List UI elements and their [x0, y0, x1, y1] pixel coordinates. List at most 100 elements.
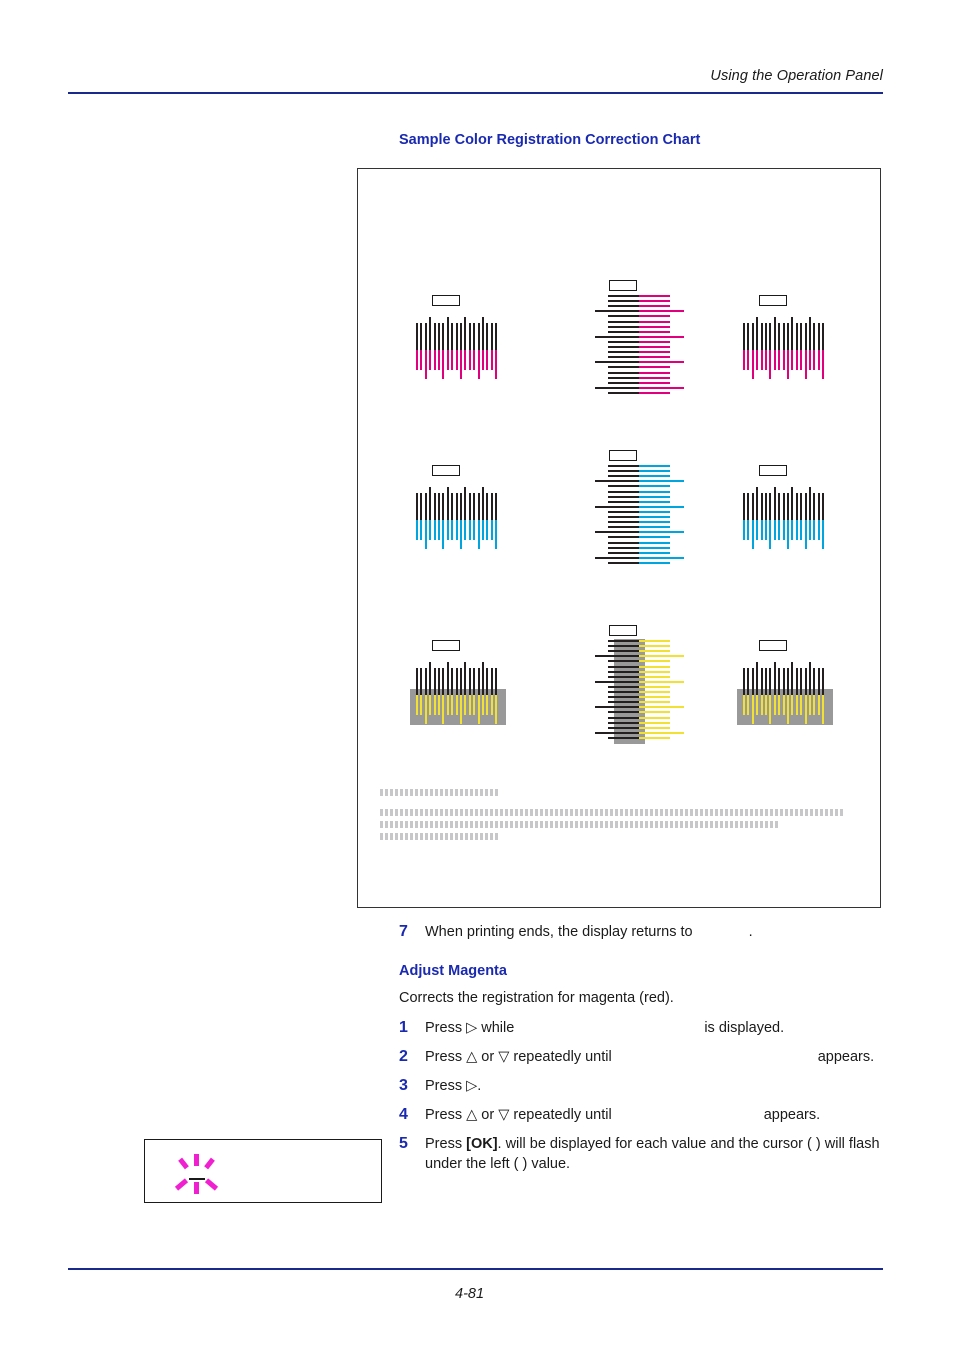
color-tick: [495, 350, 498, 379]
color-rung: [639, 480, 684, 483]
color-tick: [795, 350, 798, 370]
color-rung: [639, 650, 670, 653]
black-tick: [756, 317, 759, 350]
color-rung: [639, 541, 670, 544]
black-tick: [751, 668, 754, 695]
color-tick: [464, 520, 467, 540]
color-rung: [639, 660, 670, 663]
black-tick: [795, 668, 798, 695]
black-rung: [608, 300, 639, 303]
black-tick: [451, 493, 454, 520]
black-rung: [608, 340, 639, 343]
color-rung: [639, 325, 670, 328]
black-tick: [490, 668, 493, 695]
color-rung: [639, 675, 670, 678]
color-rung: [639, 305, 670, 308]
color-rung: [639, 721, 670, 724]
color-tick: [817, 520, 820, 540]
color-tick: [438, 695, 440, 715]
black-tick: [424, 668, 427, 695]
black-tick: [817, 493, 820, 520]
color-tick: [787, 350, 789, 379]
color-tick: [424, 520, 427, 549]
black-tick: [782, 668, 785, 695]
color-tick: [451, 520, 454, 540]
color-tick: [773, 695, 776, 715]
color-tick: [769, 520, 772, 549]
color-tick: [446, 695, 449, 715]
color-rung: [639, 670, 670, 673]
color-tick: [486, 695, 489, 715]
color-tick: [787, 695, 789, 724]
black-tick: [773, 487, 776, 520]
color-tick: [760, 350, 763, 370]
black-tick: [420, 493, 423, 520]
step-text-before: Press: [425, 1136, 463, 1152]
black-tick: [756, 662, 759, 695]
black-tick: [420, 668, 423, 695]
black-rung: [595, 361, 639, 364]
running-header-title: Using the Operation Panel: [710, 68, 883, 84]
color-tick: [455, 695, 458, 715]
horizontal-ladder: [593, 640, 685, 743]
black-rung: [608, 465, 639, 467]
black-rung: [608, 305, 639, 308]
color-tick: [433, 520, 436, 540]
black-rung: [608, 650, 639, 653]
color-tick: [813, 520, 816, 540]
black-rung: [608, 510, 639, 513]
black-tick: [760, 493, 763, 520]
document-page: Using the Operation Panel Sample Color R…: [0, 0, 954, 1351]
vertical-comb: [743, 487, 827, 549]
color-tick: [468, 695, 471, 715]
step-number: 3: [399, 1077, 408, 1094]
black-tick: [429, 487, 432, 520]
black-tick: [787, 323, 789, 350]
color-tick: [756, 350, 759, 370]
color-tick: [813, 350, 816, 370]
color-tick: [482, 695, 484, 715]
color-tick: [782, 520, 785, 540]
color-rung: [639, 346, 670, 348]
black-tick: [817, 668, 820, 695]
black-tick: [438, 668, 440, 695]
magenta-pattern-center: [568, 273, 708, 403]
black-rung: [608, 325, 639, 328]
black-tick: [495, 668, 498, 695]
color-tick: [800, 350, 803, 370]
color-tick: [477, 695, 480, 724]
color-tick: [490, 695, 493, 715]
color-rung: [639, 510, 670, 513]
black-tick: [773, 662, 776, 695]
magenta-pattern-left: [386, 273, 526, 403]
color-rung: [639, 731, 684, 734]
color-tick: [773, 520, 776, 540]
header-divider-rule: [68, 92, 883, 94]
black-rung: [608, 356, 639, 359]
color-tick: [809, 520, 811, 540]
black-rung: [608, 516, 639, 518]
step-number: 7: [399, 923, 408, 940]
black-tick: [809, 487, 811, 520]
color-rung: [639, 526, 670, 529]
black-rung: [608, 660, 639, 663]
color-rung: [639, 485, 670, 488]
step-number: 2: [399, 1048, 408, 1065]
color-tick: [433, 695, 436, 715]
black-tick: [743, 323, 745, 350]
black-tick: [751, 323, 754, 350]
color-tick: [468, 520, 471, 540]
color-tick: [473, 350, 476, 370]
black-rung: [608, 371, 639, 374]
black-tick: [446, 662, 449, 695]
black-tick: [468, 493, 471, 520]
black-tick: [429, 317, 432, 350]
black-rung: [608, 701, 639, 704]
page-title: Sample Color Registration Correction Cha…: [399, 132, 701, 148]
step-text: Press △ or ▽ repeatedly until appears.: [425, 1105, 820, 1125]
black-tick: [795, 323, 798, 350]
color-tick: [490, 350, 493, 370]
color-rung: [639, 490, 670, 493]
color-rung: [639, 381, 670, 384]
color-tick: [743, 695, 745, 715]
